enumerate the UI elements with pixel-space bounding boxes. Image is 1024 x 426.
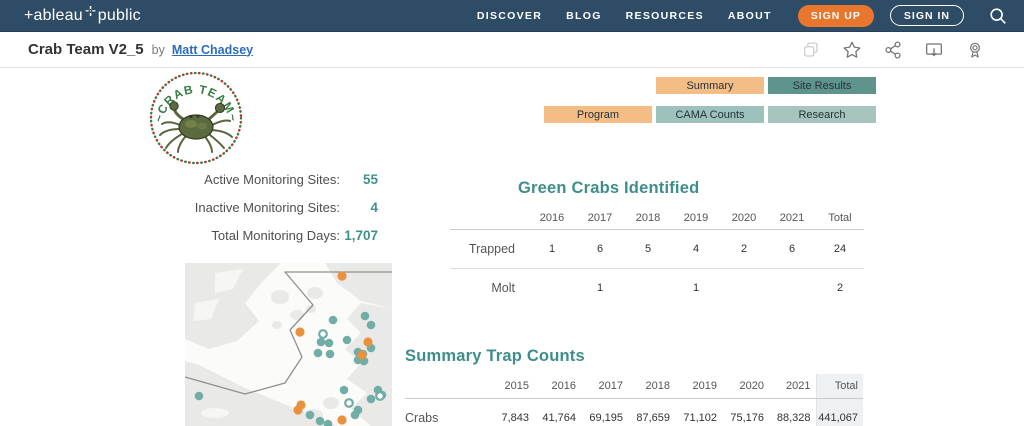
cell: 6 xyxy=(576,229,624,269)
nav-link-blog[interactable]: BLOG xyxy=(566,10,602,22)
copy-icon[interactable] xyxy=(800,39,822,61)
cell: 2 xyxy=(836,281,844,294)
col-header: 2016 xyxy=(534,374,581,399)
search-icon[interactable] xyxy=(988,6,1008,26)
tableau-sparkle-icon xyxy=(85,4,96,22)
col-header: 2015 xyxy=(487,374,534,399)
crab-team-logo: ~CRAB TEAM~ xyxy=(147,69,245,165)
cell xyxy=(624,268,672,307)
col-header: 2021 xyxy=(768,207,816,230)
cell: 6 xyxy=(768,229,816,269)
navbar-links: DISCOVER BLOG RESOURCES ABOUT SIGN UP SI… xyxy=(477,4,1008,27)
table-row-crabs: Crabs 7,843 41,764 69,195 87,659 71,102 … xyxy=(405,398,863,426)
col-header: 2017 xyxy=(576,207,624,230)
row-label: Molt xyxy=(491,280,515,295)
crab-illustration xyxy=(159,101,233,153)
cell: 7,843 xyxy=(501,412,529,425)
nav-link-about[interactable]: ABOUT xyxy=(728,10,772,22)
cell: 4 xyxy=(672,229,720,269)
favorite-star-icon[interactable] xyxy=(841,39,863,61)
cell: 1 xyxy=(528,229,576,269)
nav-button-summary[interactable]: Summary xyxy=(656,77,764,94)
cell: 88,328 xyxy=(776,412,811,425)
nav-button-cama-counts[interactable]: CAMA Counts xyxy=(656,106,764,123)
trap-counts-section: Summary Trap Counts 2015 2016 2017 2018 … xyxy=(405,347,863,426)
col-header: 2020 xyxy=(720,207,768,230)
cell: 1 xyxy=(596,281,604,294)
nav-button-research[interactable]: Research xyxy=(768,106,876,123)
tableau-public-logo[interactable]: +ableau public xyxy=(24,4,141,28)
row-label: Trapped xyxy=(450,229,528,269)
green-crabs-title: Green Crabs Identified xyxy=(518,179,700,197)
stat-label: Active Monitoring Sites: xyxy=(204,172,340,187)
stat-value: 55 xyxy=(362,172,378,187)
cell: 87,659 xyxy=(636,412,670,425)
cell xyxy=(528,268,576,307)
award-badge-icon[interactable] xyxy=(964,39,986,61)
row-label: Crabs xyxy=(405,411,439,426)
col-header: 2020 xyxy=(722,374,769,399)
stat-monitoring-days: Total Monitoring Days: 1,707 xyxy=(142,228,378,243)
green-crabs-table: 2016 2017 2018 2019 2020 2021 Total Trap… xyxy=(450,207,864,307)
cell: 1 xyxy=(692,281,700,294)
dashboard-nav-buttons: Summary Site Results Program CAMA Counts… xyxy=(544,77,876,123)
toolbar-icons xyxy=(800,39,996,61)
stat-active-sites: Active Monitoring Sites: 55 xyxy=(142,172,378,187)
col-header: 2019 xyxy=(675,374,722,399)
trap-counts-title: Summary Trap Counts xyxy=(405,347,585,365)
top-navbar: +ableau public DISCOVER BLOG RESOURCES A… xyxy=(0,0,1024,32)
col-header: 2021 xyxy=(769,374,816,399)
green-crabs-section: Green Crabs Identified 2016 2017 2018 20… xyxy=(450,179,864,307)
nav-link-resources[interactable]: RESOURCES xyxy=(626,10,704,22)
cell: 41,764 xyxy=(542,412,576,425)
stat-label: Total Monitoring Days: xyxy=(211,228,340,243)
col-header: 2016 xyxy=(528,207,576,230)
cell: 71,102 xyxy=(683,412,717,425)
author-link[interactable]: Matt Chadsey xyxy=(172,43,253,57)
cell: 24 xyxy=(816,229,864,269)
monitoring-stats: Active Monitoring Sites: 55 Inactive Mon… xyxy=(142,172,378,256)
table-row-molt: Molt 1 1 2 xyxy=(450,268,864,307)
cell: 69,195 xyxy=(589,412,623,425)
by-label: by xyxy=(151,42,165,57)
col-header: 2019 xyxy=(672,207,720,230)
col-header-total: Total xyxy=(815,374,863,399)
monitoring-sites-map[interactable] xyxy=(184,263,392,426)
download-icon[interactable] xyxy=(923,39,945,61)
stat-label: Inactive Monitoring Sites: xyxy=(194,200,340,215)
cell: 75,176 xyxy=(730,412,764,425)
cell xyxy=(768,268,816,307)
sign-up-button[interactable]: SIGN UP xyxy=(797,4,874,27)
share-icon[interactable] xyxy=(882,39,904,61)
stat-value: 4 xyxy=(370,200,378,215)
viz-title: Crab Team V2_5 xyxy=(28,41,144,58)
brand-tableau: +ableau xyxy=(24,6,83,24)
col-header: 2018 xyxy=(624,207,672,230)
col-spacer xyxy=(450,207,528,230)
viz-title-bar: Crab Team V2_5 by Matt Chadsey xyxy=(0,32,1024,68)
col-header: Total xyxy=(816,207,864,230)
cell: 5 xyxy=(624,229,672,269)
cell xyxy=(720,268,768,307)
brand-public: public xyxy=(97,6,141,24)
nav-button-program[interactable]: Program xyxy=(544,106,652,123)
trap-counts-table: 2015 2016 2017 2018 2019 2020 2021 Total… xyxy=(405,374,863,426)
cell: 2 xyxy=(720,229,768,269)
cell-total: 441,067 xyxy=(815,398,863,426)
stat-value: 1,707 xyxy=(344,228,378,243)
stat-inactive-sites: Inactive Monitoring Sites: 4 xyxy=(142,200,378,215)
col-spacer xyxy=(405,374,487,399)
col-header: 2017 xyxy=(581,374,628,399)
table-row-trapped: Trapped 1 6 5 4 2 6 24 xyxy=(450,229,864,269)
tableau-public-page: +ableau public DISCOVER BLOG RESOURCES A… xyxy=(0,0,1024,426)
nav-button-site-results[interactable]: Site Results xyxy=(768,77,876,94)
nav-link-discover[interactable]: DISCOVER xyxy=(477,10,542,22)
col-header: 2018 xyxy=(628,374,675,399)
sign-in-button[interactable]: SIGN IN xyxy=(889,5,964,26)
